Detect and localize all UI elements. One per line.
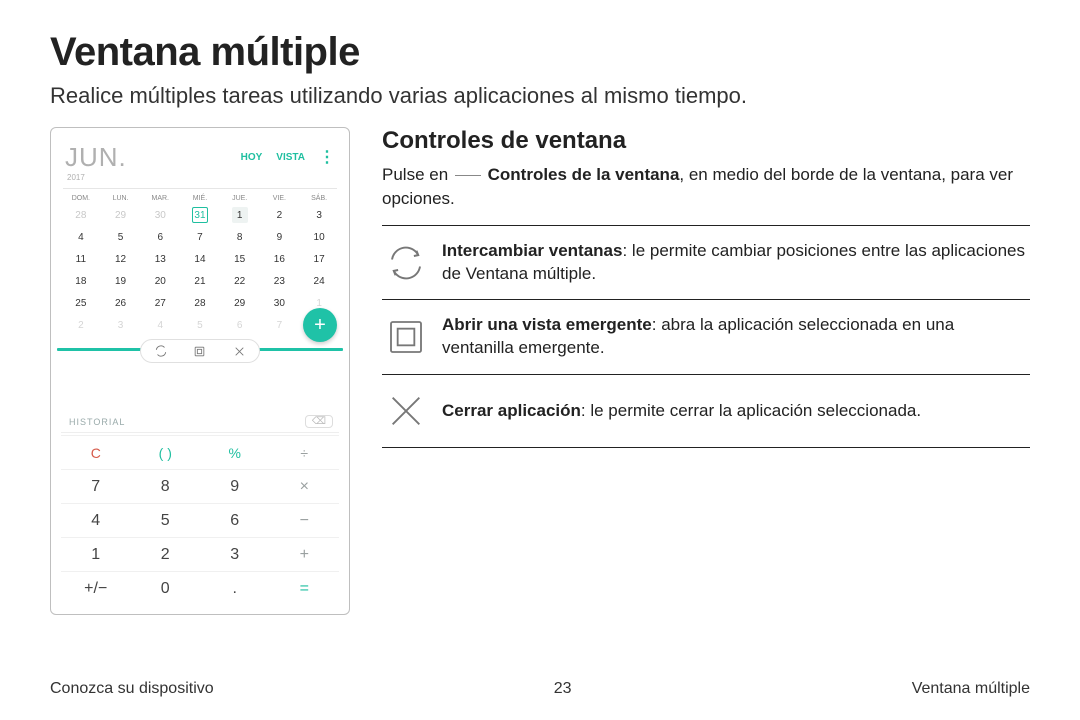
- window-controls-pill[interactable]: [140, 339, 260, 363]
- calc-key[interactable]: 5: [131, 504, 201, 538]
- calc-key[interactable]: 8: [131, 470, 201, 504]
- calc-key[interactable]: 3: [200, 538, 270, 572]
- calendar-today-button[interactable]: HOY: [241, 152, 263, 163]
- calc-key[interactable]: 2: [131, 538, 201, 572]
- calc-history-label[interactable]: HISTORIAL: [69, 417, 125, 427]
- calendar-grid: DOM. LUN. MAR. MIÉ. JUE. VIE. SÁB. 28 29…: [61, 191, 339, 336]
- calc-key[interactable]: 6: [200, 504, 270, 538]
- feature-close: Cerrar aplicación: le permite cerrar la …: [382, 375, 1030, 448]
- calc-key[interactable]: −: [270, 504, 340, 538]
- calc-key[interactable]: 0: [131, 572, 201, 606]
- calc-key[interactable]: =: [270, 572, 340, 606]
- section-heading: Controles de ventana: [382, 127, 1030, 155]
- popup-icon[interactable]: [192, 343, 208, 359]
- calc-key[interactable]: 7: [61, 470, 131, 504]
- phone-mockup: JUN. HOY VISTA ⋮ 2017 DOM. LUN. MAR. MIÉ…: [50, 127, 350, 615]
- divider: [63, 188, 337, 189]
- swap-icon: [384, 241, 428, 285]
- footer-page-number: 23: [554, 680, 572, 698]
- page-subtitle: Realice múltiples tareas utilizando vari…: [50, 83, 1030, 109]
- feature-swap: Intercambiar ventanas: le permite cambia…: [382, 226, 1030, 301]
- feature-popup: Abrir una vista emergente: abra la aplic…: [382, 300, 1030, 375]
- calc-key[interactable]: C: [61, 436, 131, 470]
- calc-keypad: C ( ) % ÷ 7 8 9 × 4 5 6 −: [61, 435, 339, 606]
- add-event-button[interactable]: +: [303, 308, 337, 342]
- calc-key[interactable]: ÷: [270, 436, 340, 470]
- calendar-view-button[interactable]: VISTA: [276, 152, 305, 163]
- calc-key[interactable]: 4: [61, 504, 131, 538]
- footer-left: Conozca su dispositivo: [50, 680, 214, 698]
- calc-key[interactable]: ( ): [131, 436, 201, 470]
- calc-key[interactable]: +/−: [61, 572, 131, 606]
- calculator-app: HISTORIAL ⌫ C ( ) % ÷ 7 8 9 × 4 5: [57, 363, 343, 606]
- page-title: Ventana múltiple: [50, 30, 1030, 75]
- backspace-icon[interactable]: ⌫: [305, 415, 333, 428]
- more-icon[interactable]: ⋮: [319, 153, 335, 163]
- calc-key[interactable]: .: [200, 572, 270, 606]
- page-footer: Conozca su dispositivo 23 Ventana múltip…: [50, 680, 1030, 698]
- calc-key[interactable]: %: [200, 436, 270, 470]
- section-intro: Pulse en Controles de la ventana, en med…: [382, 163, 1030, 211]
- calendar-year: 2017: [57, 173, 343, 186]
- popup-icon: [384, 315, 428, 359]
- calc-key[interactable]: +: [270, 538, 340, 572]
- footer-right: Ventana múltiple: [912, 680, 1030, 698]
- dash-icon: [455, 175, 481, 176]
- close-icon: [384, 389, 428, 433]
- swap-icon[interactable]: [153, 343, 169, 359]
- calendar-month: JUN.: [65, 142, 127, 173]
- close-icon[interactable]: [231, 343, 247, 359]
- calc-key[interactable]: ×: [270, 470, 340, 504]
- calc-key[interactable]: 9: [200, 470, 270, 504]
- calc-key[interactable]: 1: [61, 538, 131, 572]
